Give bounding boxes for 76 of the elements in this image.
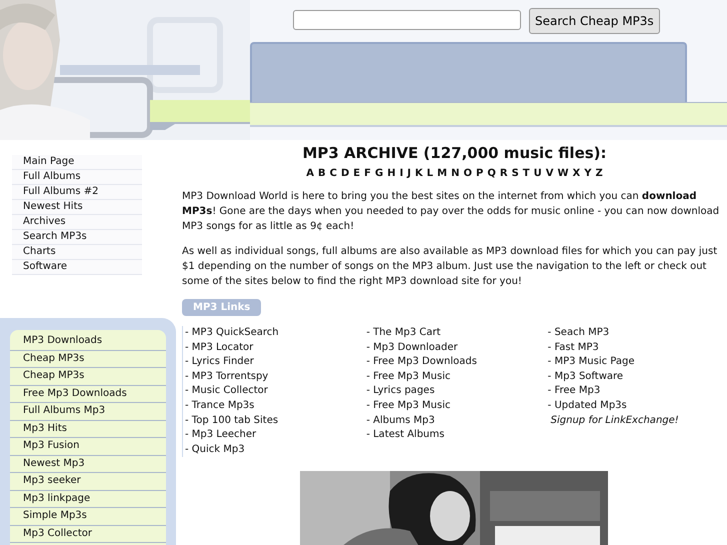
site-link[interactable]: - Quick Mp3 xyxy=(185,442,245,458)
letter-link[interactable]: A xyxy=(306,168,314,179)
site-link[interactable]: - Free Mp3 Music xyxy=(366,398,450,414)
nav-link[interactable]: Search MP3s xyxy=(12,230,142,245)
site-link[interactable]: - Mp3 Downloader xyxy=(366,340,458,356)
letter-link[interactable]: T xyxy=(522,168,530,179)
letter-link[interactable]: V xyxy=(546,168,554,179)
letter-link[interactable]: M xyxy=(437,168,448,179)
letter-link[interactable]: H xyxy=(387,168,396,179)
sidebar-link[interactable]: Mp3 Collector xyxy=(10,526,166,543)
site-link[interactable]: - Free Mp3 Music xyxy=(366,370,450,384)
letter-link[interactable]: D xyxy=(340,168,350,179)
sidebar-link[interactable]: Mp3 seeker xyxy=(10,473,166,490)
nav-link[interactable]: Newest Hits xyxy=(12,200,142,215)
sidebar-link[interactable]: Cheap MP3s xyxy=(10,350,166,368)
site-link[interactable]: - Trance Mp3s xyxy=(185,398,254,414)
site-link[interactable]: - Latest Albums xyxy=(366,428,444,443)
nav-link[interactable]: Software xyxy=(12,260,142,275)
site-link[interactable]: - The Mp3 Cart xyxy=(366,326,441,341)
letter-link[interactable]: R xyxy=(500,168,508,179)
nav-link[interactable]: Archives xyxy=(12,215,142,230)
site-link[interactable]: - MP3 Music Page xyxy=(548,355,634,370)
sidebar-link[interactable]: Mp3 Hits xyxy=(10,420,166,438)
sidebar-link[interactable]: Mp3 Fusion xyxy=(10,438,166,456)
site-link[interactable]: - Mp3 Leecher xyxy=(185,428,256,443)
letter-link[interactable]: Q xyxy=(487,168,496,179)
site-link[interactable]: - MP3 Locator xyxy=(185,340,254,356)
letter-link[interactable]: G xyxy=(374,168,384,179)
site-link[interactable]: - Updated Mp3s xyxy=(548,398,627,414)
letter-link[interactable]: L xyxy=(426,168,434,179)
letter-link[interactable]: K xyxy=(415,168,423,179)
signup-link[interactable]: Signup for LinkExchange! xyxy=(548,414,679,428)
letter-link[interactable]: O xyxy=(463,168,472,179)
section-heading: MP3 Links xyxy=(182,299,262,316)
site-link[interactable]: - Seach MP3 xyxy=(548,326,610,341)
site-link[interactable]: - Mp3 Software xyxy=(548,370,624,384)
letter-link[interactable]: E xyxy=(353,168,360,179)
sidebar-link[interactable]: Newest Mp3 xyxy=(10,456,166,473)
sidebar-link[interactable]: Mp3 linkpage xyxy=(10,490,166,508)
sidebar-link[interactable]: Simple Mp3s xyxy=(10,508,166,526)
letter-link[interactable]: U xyxy=(534,168,542,179)
letter-link[interactable]: S xyxy=(512,168,519,179)
site-link[interactable]: - Lyrics pages xyxy=(366,384,435,399)
site-link[interactable]: - Albums Mp3 xyxy=(366,414,435,428)
sidebar-link[interactable]: Cheap MP3s xyxy=(10,368,166,386)
sidebar-link[interactable]: Full Albums Mp3 xyxy=(10,403,166,420)
site-link[interactable]: - Fast MP3 xyxy=(548,340,599,356)
letter-link[interactable]: W xyxy=(557,168,568,179)
nav-link[interactable]: Full Albums xyxy=(12,170,142,185)
letter-link[interactable]: Y xyxy=(584,168,592,179)
site-link[interactable]: - Free Mp3 xyxy=(548,384,600,399)
letter-link[interactable]: I xyxy=(400,168,404,179)
site-link[interactable]: - MP3 Torrentspy xyxy=(185,370,268,384)
letter-link[interactable]: F xyxy=(364,168,371,179)
search-field[interactable] xyxy=(293,10,521,30)
nav-link[interactable]: Main Page xyxy=(12,155,142,170)
nav-link[interactable]: Full Albums #2 xyxy=(12,185,142,200)
site-link[interactable]: - Music Collector xyxy=(185,384,268,399)
letter-link[interactable]: X xyxy=(572,168,580,179)
page-title: MP3 ARCHIVE (127,000 music files): xyxy=(301,144,608,162)
letter-link[interactable]: Z xyxy=(595,168,603,179)
site-link[interactable]: - Free Mp3 Downloads xyxy=(366,355,477,370)
letter-link[interactable]: N xyxy=(451,168,460,179)
nav-link[interactable]: Charts xyxy=(12,245,142,260)
site-link[interactable]: - Top 100 tab Sites xyxy=(185,414,278,428)
sidebar-link[interactable]: MP3 Downloads xyxy=(10,333,166,350)
letter-link[interactable]: J xyxy=(407,168,412,179)
letter-link[interactable]: B xyxy=(318,168,326,179)
search-button[interactable]: Search Cheap MP3s xyxy=(529,8,660,34)
letter-link[interactable]: C xyxy=(330,168,337,179)
paragraph: MP3 Download World is here to bring you the best sites on the internet from which you can download MP3s! Gone are the days when you needed to pay over the odds for music online - you can now download MP3 songs for as little as 9¢ each! xyxy=(182,190,720,234)
letter-link[interactable]: P xyxy=(476,168,484,179)
site-link[interactable]: - MP3 QuickSearch xyxy=(185,326,279,341)
site-link[interactable]: - Lyrics Finder xyxy=(185,355,254,370)
paragraph: As well as individual songs, full albums are also available as MP3 download files for which you can pay just $1 depending on the number of songs on the MP3 album. Just use the navigation to the left or check out some of the sites below to find the right MP3 download site for you! xyxy=(182,245,718,289)
sidebar-link[interactable]: Free Mp3 Downloads xyxy=(10,386,166,403)
